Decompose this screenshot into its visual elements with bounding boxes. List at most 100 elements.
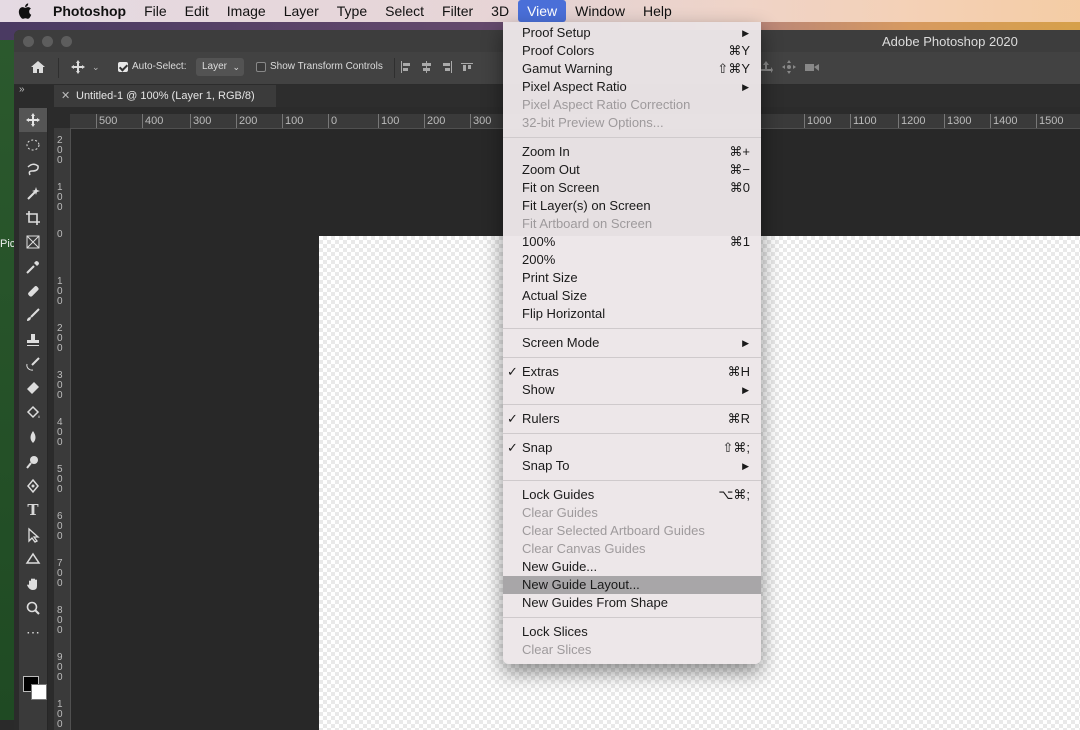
menu-item-print-size[interactable]: Print Size [503,269,761,287]
checkmark-icon: ✓ [507,364,518,379]
menu-item-fit-layer-s-on-screen[interactable]: Fit Layer(s) on Screen [503,197,761,215]
ruler-tick-label: 1100 [850,114,877,128]
eyedropper-tool-icon[interactable] [19,254,47,278]
more-tools-icon[interactable]: ⋯ [19,620,47,644]
align-left-icon[interactable] [400,60,412,74]
healing-brush-tool-icon[interactable] [19,279,47,303]
align-center-icon[interactable] [420,60,432,74]
brush-tool-icon[interactable] [19,303,47,327]
menu-item-screen-mode[interactable]: Screen Mode ▶ [503,334,761,352]
lasso-tool-icon[interactable] [19,157,47,181]
menu-view[interactable]: View [518,0,567,22]
menu-item-snap[interactable]: ✓ Snap ⇧⌘; [503,439,761,457]
frame-tool-icon[interactable] [19,230,47,254]
ruler-tick-label: 1000 [804,114,831,128]
apple-icon[interactable] [18,3,32,19]
menu-separator [503,328,761,329]
path-selection-tool-icon[interactable] [19,523,47,547]
menu-item-label: New Guide... [522,559,598,574]
menu-item-fit-on-screen[interactable]: Fit on Screen ⌘0 [503,179,761,197]
menu-item-show[interactable]: Show ▶ [503,381,761,399]
zoom-tool-icon[interactable] [19,596,47,620]
menu-item-lock-slices[interactable]: Lock Slices [503,623,761,641]
background-color-swatch[interactable] [31,684,47,700]
move-tool-icon[interactable] [19,108,47,133]
menu-file[interactable]: File [135,0,176,22]
minimize-window-button[interactable] [42,36,53,47]
eraser-tool-icon[interactable] [19,376,47,400]
menu-type[interactable]: Type [328,0,376,22]
menu-item-lock-guides[interactable]: Lock Guides ⌥⌘; [503,486,761,504]
ruler-tick-label: 500 [96,114,117,128]
history-brush-tool-icon[interactable] [19,352,47,376]
menu-item-extras[interactable]: ✓ Extras ⌘H [503,363,761,381]
vertical-ruler[interactable]: 20010001002003004005006007008009001000 [54,128,71,730]
menu-item-label: Clear Selected Artboard Guides [522,523,705,538]
menu-window[interactable]: Window [566,0,634,22]
clone-stamp-tool-icon[interactable] [19,328,47,352]
crop-tool-icon[interactable] [19,206,47,230]
menu-item-snap-to[interactable]: Snap To ▶ [503,457,761,475]
slide-3d-icon[interactable] [782,60,796,77]
checkbox-checked-icon [118,61,128,72]
pen-tool-icon[interactable] [19,474,47,498]
options-divider [58,58,59,78]
close-window-button[interactable] [23,36,34,47]
menu-select[interactable]: Select [376,0,433,22]
menu-item-actual-size[interactable]: Actual Size [503,287,761,305]
auto-select-value: Layer [202,61,228,72]
ruler-tick-label: 1500 [1036,114,1063,128]
menu-layer[interactable]: Layer [275,0,328,22]
blur-tool-icon[interactable] [19,425,47,449]
menu-item-label: Snap [522,440,553,455]
video-camera-icon[interactable] [804,60,820,77]
menu-item-pixel-aspect-ratio[interactable]: Pixel Aspect Ratio ▶ [503,78,761,96]
ruler-tick-label: 100 [378,114,399,128]
menu-item-label: 100% [522,234,556,249]
submenu-arrow-icon: ▶ [742,385,749,395]
dodge-tool-icon[interactable] [19,449,47,473]
menu-image[interactable]: Image [218,0,275,22]
checkbox-unchecked-icon [256,61,266,72]
shape-tool-icon[interactable] [19,547,47,571]
menu-item-pixel-aspect-ratio-correction: Pixel Aspect Ratio Correction [503,96,761,114]
menu-item-zoom-out[interactable]: Zoom Out ⌘− [503,161,761,179]
menu-3d[interactable]: 3D [482,0,518,22]
document-tab[interactable]: ✕ Untitled-1 @ 100% (Layer 1, RGB/8) [54,85,276,107]
move-tool-preset-icon[interactable]: ⌄ [70,59,100,75]
menu-item-100[interactable]: 100% ⌘1 [503,233,761,251]
align-top-icon[interactable] [460,60,473,74]
marquee-tool-icon[interactable] [19,132,47,156]
menu-item-flip-horizontal[interactable]: Flip Horizontal [503,305,761,323]
menu-item-gamut-warning[interactable]: Gamut Warning ⇧⌘Y [503,60,761,78]
ruler-tick-label: 400 [142,114,163,128]
menu-app-photoshop[interactable]: Photoshop [44,0,135,22]
auto-select-dropdown[interactable]: Layer ⌄ [196,58,244,76]
show-transform-controls-checkbox[interactable]: Show Transform Controls [256,61,383,72]
menu-item-zoom-in[interactable]: Zoom In ⌘+ [503,143,761,161]
menu-item-new-guide[interactable]: New Guide... [503,558,761,576]
close-tab-icon[interactable]: ✕ [61,85,70,107]
magic-wand-tool-icon[interactable] [19,181,47,205]
align-right-icon[interactable] [440,60,452,74]
submenu-arrow-icon: ▶ [742,82,749,92]
menu-help[interactable]: Help [634,0,681,22]
keyboard-shortcut: ⌥⌘; [718,487,750,502]
menu-item-200[interactable]: 200% [503,251,761,269]
menu-filter[interactable]: Filter [433,0,482,22]
home-icon[interactable] [30,59,46,78]
chevron-down-icon: ⌄ [92,61,100,72]
menu-item-proof-setup[interactable]: Proof Setup ▶ [503,24,761,42]
panel-collapse-icon[interactable]: » [19,84,25,95]
paint-bucket-tool-icon[interactable] [19,401,47,425]
menu-item-proof-colors[interactable]: Proof Colors ⌘Y [503,42,761,60]
menu-item-rulers[interactable]: ✓ Rulers ⌘R [503,410,761,428]
type-tool-icon[interactable]: T [19,498,47,522]
menu-edit[interactable]: Edit [176,0,218,22]
auto-select-checkbox[interactable]: Auto-Select: [118,61,186,72]
menu-item-new-guides-from-shape[interactable]: New Guides From Shape [503,594,761,612]
zoom-window-button[interactable] [61,36,72,47]
hand-tool-icon[interactable] [19,571,47,595]
menu-item-new-guide-layout[interactable]: New Guide Layout... [503,576,761,594]
checkmark-icon: ✓ [507,411,518,426]
